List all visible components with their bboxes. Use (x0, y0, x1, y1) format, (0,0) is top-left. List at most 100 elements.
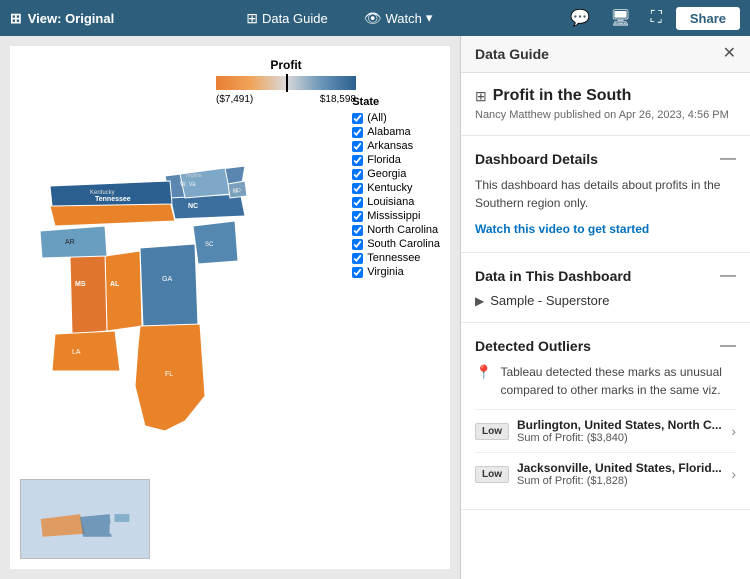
state-item[interactable]: (All) (352, 112, 440, 124)
map-container[interactable]: Tennessee NC Kentucky AL MS AR GA SC FL … (10, 86, 260, 466)
outlier-info: Jacksonville, United States, Florid... S… (517, 461, 723, 487)
legend-max: $18,598 (320, 94, 356, 105)
outlier-name: Burlington, United States, North C... (517, 418, 723, 432)
state-item[interactable]: North Carolina (352, 224, 440, 236)
state-label: Arkansas (367, 140, 413, 152)
state-item[interactable]: South Carolina (352, 238, 440, 250)
data-section-title: Data in This Dashboard (475, 268, 631, 284)
outliers-toggle[interactable]: — (720, 337, 736, 355)
state-label: Alabama (367, 126, 410, 138)
svg-text:AR: AR (65, 239, 75, 246)
svg-text:Kentucky: Kentucky (90, 190, 115, 196)
topbar: ⊞ View: Original ⊞ Data Guide 👁 Watch ▾ … (0, 0, 750, 36)
state-label: South Carolina (367, 238, 440, 250)
map-svg: Tennessee NC Kentucky AL MS AR GA SC FL … (10, 86, 270, 446)
outlier-value: Sum of Profit: ($3,840) (517, 432, 723, 444)
svg-text:Tennessee: Tennessee (95, 196, 131, 203)
state-label: Georgia (367, 168, 406, 180)
svg-text:NC: NC (188, 203, 198, 210)
state-label: Virginia (367, 266, 404, 278)
published-info: Nancy Matthew published on Apr 26, 2023,… (475, 109, 736, 121)
dashboard-identity-section: ⊞ Profit in the South Nancy Matthew publ… (461, 73, 750, 136)
comment-button[interactable]: 💬 (564, 6, 596, 30)
outliers-section-header: Detected Outliers — (475, 337, 736, 355)
state-item[interactable]: Florida (352, 154, 440, 166)
watch-button[interactable]: 👁 Watch ▾ (356, 6, 441, 31)
state-checkbox[interactable] (352, 197, 363, 208)
state-checkbox[interactable] (352, 211, 363, 222)
chevron-down-icon: ▾ (426, 10, 433, 26)
viz-area: Profit ($7,491) $18,598 State (All)Alaba… (0, 36, 460, 579)
data-toggle[interactable]: — (720, 267, 736, 285)
state-checkbox[interactable] (352, 183, 363, 194)
dashboard-title: Profit in the South (493, 87, 632, 105)
panel-title: Data Guide (475, 46, 549, 62)
data-section-header: Data in This Dashboard — (475, 267, 736, 285)
viz-inner: Profit ($7,491) $18,598 State (All)Alaba… (10, 46, 450, 569)
low-badge: Low (475, 466, 509, 483)
state-item[interactable]: Mississippi (352, 210, 440, 222)
state-item[interactable]: Tennessee (352, 252, 440, 264)
data-guide-panel: Data Guide ✕ ⊞ Profit in the South Nancy… (460, 36, 750, 579)
expand-arrow-icon: ▶ (475, 294, 484, 308)
mini-preview[interactable] (20, 479, 150, 559)
outlier-name: Jacksonville, United States, Florid... (517, 461, 723, 475)
details-section-header: Dashboard Details — (475, 150, 736, 168)
outlier-item[interactable]: Low Burlington, United States, North C..… (475, 409, 736, 452)
state-item[interactable]: Arkansas (352, 140, 440, 152)
close-button[interactable]: ✕ (723, 46, 736, 62)
state-checkbox[interactable] (352, 141, 363, 152)
data-guide-button[interactable]: ⊞ Data Guide (238, 6, 336, 31)
outlier-intro-text: Tableau detected these marks as unusual … (500, 363, 736, 399)
low-badge: Low (475, 423, 509, 440)
data-source-name: Sample - Superstore (490, 293, 609, 308)
state-label: Louisiana (367, 196, 414, 208)
outlier-item[interactable]: Low Jacksonville, United States, Florid.… (475, 452, 736, 495)
svg-text:DE: DE (233, 189, 239, 194)
table-icon: ⊞ (10, 10, 22, 27)
svg-text:LA: LA (72, 349, 81, 356)
state-checkbox[interactable] (352, 169, 363, 180)
svg-text:MS: MS (75, 281, 86, 288)
state-checkbox[interactable] (352, 225, 363, 236)
outliers-title: Detected Outliers (475, 338, 591, 354)
state-item[interactable]: Virginia (352, 266, 440, 278)
present-button[interactable]: 🖥 (604, 6, 636, 30)
outlier-intro: 📍 Tableau detected these marks as unusua… (475, 363, 736, 399)
state-checkbox[interactable] (352, 253, 363, 264)
state-label: Kentucky (367, 182, 412, 194)
watch-link[interactable]: Watch this video to get started (475, 222, 649, 236)
details-title: Dashboard Details (475, 151, 598, 167)
grid-icon: ⊞ (475, 88, 487, 105)
svg-text:FL: FL (165, 371, 173, 378)
state-checkbox[interactable] (352, 267, 363, 278)
dashboard-desc: This dashboard has details about profits… (475, 176, 736, 212)
details-toggle[interactable]: — (720, 150, 736, 168)
state-checkbox[interactable] (352, 239, 363, 250)
main-content: Profit ($7,491) $18,598 State (All)Alaba… (0, 36, 750, 579)
dashboard-title-row: ⊞ Profit in the South (475, 87, 736, 105)
state-list: (All) Alabama Arkansas Florida Georgia Kentuc… (352, 112, 440, 278)
state-item[interactable]: Kentucky (352, 182, 440, 194)
share-button[interactable]: Share (676, 7, 740, 30)
state-item[interactable]: Alabama (352, 126, 440, 138)
view-label: ⊞ View: Original (10, 10, 114, 27)
state-checkbox[interactable] (352, 127, 363, 138)
data-section: Data in This Dashboard — ▶ Sample - Supe… (461, 253, 750, 323)
state-checkbox[interactable] (352, 113, 363, 124)
outliers-section: Detected Outliers — 📍 Tableau detected t… (461, 323, 750, 510)
state-item[interactable]: Louisiana (352, 196, 440, 208)
state-item[interactable]: Georgia (352, 168, 440, 180)
outlier-info: Burlington, United States, North C... Su… (517, 418, 723, 444)
dashboard-details-section: Dashboard Details — This dashboard has d… (461, 136, 750, 253)
pin-icon: 📍 (475, 364, 492, 381)
svg-text:Virginia: Virginia (185, 173, 202, 179)
state-checkbox[interactable] (352, 155, 363, 166)
svg-text:AL: AL (110, 281, 120, 288)
data-source-row[interactable]: ▶ Sample - Superstore (475, 293, 736, 308)
legend-marker (286, 74, 288, 92)
state-filter: State (All)AlabamaArkansasFloridaGeorgia… (352, 96, 440, 280)
fullscreen-button[interactable]: ⛶ (645, 7, 668, 29)
topbar-center: ⊞ Data Guide 👁 Watch ▾ (130, 6, 548, 31)
chevron-right-icon: › (731, 423, 736, 439)
